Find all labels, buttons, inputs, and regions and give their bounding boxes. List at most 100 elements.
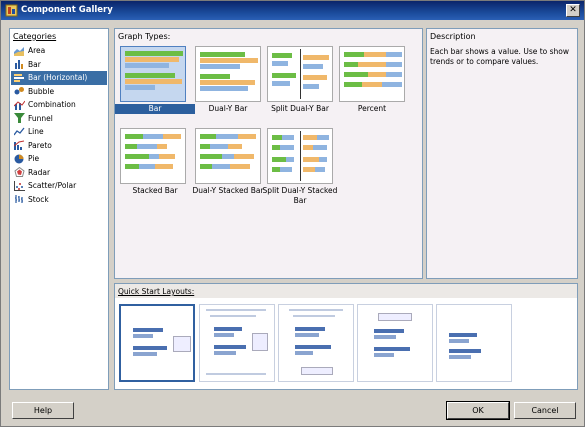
category-item-scatter-polar[interactable]: Scatter/Polar [11, 179, 107, 193]
description-text: Each bar shows a value. Use to show tren… [430, 47, 570, 66]
graph-type-label[interactable]: Percent [332, 104, 412, 114]
category-label: Bubble [28, 86, 55, 96]
thumb-bar [280, 145, 294, 150]
pie-chart-icon [14, 154, 24, 164]
layout-bar [133, 334, 153, 338]
quick-start-layout-3[interactable] [278, 304, 354, 382]
ok-button[interactable]: OK [446, 401, 510, 420]
graph-type-label[interactable]: Dual-Y Bar [188, 104, 268, 114]
app-icon [5, 4, 18, 17]
thumb-bar [157, 144, 167, 149]
layout-bar [295, 351, 313, 355]
graph-type-label[interactable]: Bar [115, 104, 195, 114]
category-item-bar[interactable]: Bar [11, 58, 107, 72]
quick-start-layout-2[interactable] [199, 304, 275, 382]
thumb-bar [272, 53, 292, 58]
thumb-bar [163, 134, 181, 139]
thumb-bar [159, 154, 175, 159]
thumb-bar [272, 61, 288, 66]
layout-title [206, 309, 266, 311]
quick-start-header: Quick Start Layouts: [115, 284, 577, 298]
bubble-chart-icon [14, 87, 24, 95]
thumb-bar [210, 144, 228, 149]
thumb-bar [280, 167, 292, 172]
radar-chart-icon [14, 167, 25, 178]
thumb-bar [125, 79, 182, 84]
description-header: Description [430, 32, 476, 41]
category-item-line[interactable]: Line [11, 125, 107, 139]
close-button[interactable]: ✕ [566, 4, 580, 17]
category-item-bubble[interactable]: Bubble [11, 85, 107, 99]
thumb-bar [303, 84, 319, 89]
layout-bar [214, 345, 246, 349]
category-label: Bar (Horizontal) [28, 73, 88, 83]
category-item-pie[interactable]: Pie [11, 152, 107, 166]
thumb-bar [303, 64, 323, 69]
layout-bar [449, 339, 469, 343]
category-item-funnel[interactable]: Funnel [11, 112, 107, 126]
graph-type-percent-thumbnail[interactable] [339, 46, 405, 102]
thumb-bar [272, 135, 282, 140]
quick-start-layout-4[interactable] [357, 304, 433, 382]
thumb-bar [125, 85, 155, 90]
graph-type-label[interactable]: Stacked Bar [115, 186, 195, 196]
category-item-combination[interactable]: Combination [11, 98, 107, 112]
help-button[interactable]: Help [12, 402, 74, 419]
thumb-split-line [300, 131, 301, 181]
scatter-chart-icon [14, 180, 25, 191]
thumb-bar [368, 72, 386, 77]
category-item-stock[interactable]: Stock [11, 193, 107, 207]
thumb-bar [139, 164, 155, 169]
graph-type-label[interactable]: Split Dual-Y Stacked Bar [260, 186, 340, 206]
graph-type-dual-y-stacked-bar-thumbnail[interactable] [195, 128, 261, 184]
layout-legend [173, 336, 191, 352]
thumb-bar [303, 145, 313, 150]
graph-type-split-dual-y-stacked-bar-thumbnail[interactable] [267, 128, 333, 184]
category-label: Area [28, 46, 46, 56]
thumb-bar [386, 62, 402, 67]
category-label: Line [28, 127, 44, 137]
quick-start-layout-5[interactable] [436, 304, 512, 382]
thumb-bar [319, 157, 327, 162]
thumb-bar [238, 134, 256, 139]
layout-bar [295, 327, 325, 331]
thumb-bar [344, 82, 362, 87]
category-item-pareto[interactable]: Pareto [11, 139, 107, 153]
layout-legend [252, 333, 268, 351]
thumb-bar [317, 135, 329, 140]
thumb-bar [200, 86, 248, 91]
quick-start-layout-1[interactable] [119, 304, 195, 382]
graph-type-bar-thumbnail[interactable] [120, 46, 186, 102]
graph-type-stacked-bar-thumbnail[interactable] [120, 128, 186, 184]
thumb-bar [200, 80, 255, 85]
layout-bar [133, 352, 157, 356]
thumb-bar [200, 154, 222, 159]
graph-type-label[interactable]: Dual-Y Stacked Bar [188, 186, 268, 196]
category-label: Funnel [28, 113, 53, 123]
thumb-bar [386, 72, 402, 77]
thumb-bar [313, 145, 327, 150]
graph-type-split-dual-y-bar-thumbnail[interactable] [267, 46, 333, 102]
categories-list: Area Bar Bar (Horizontal) Bubble Combina… [11, 44, 107, 206]
thumb-bar [386, 52, 402, 57]
thumb-bar [234, 154, 254, 159]
thumb-bar [344, 52, 364, 57]
quick-start-layouts-panel: Quick Start Layouts: [114, 283, 578, 390]
graph-type-label[interactable]: Split Dual-Y Bar [260, 104, 340, 114]
thumb-bar [200, 64, 240, 69]
thumb-bar [272, 73, 296, 78]
thumb-bar [125, 63, 169, 68]
thumb-bar [358, 62, 386, 67]
layout-bar [374, 335, 396, 339]
category-item-radar[interactable]: Radar [11, 166, 107, 180]
stock-chart-icon [15, 195, 23, 204]
cancel-button-label: Cancel [531, 406, 559, 415]
category-item-area[interactable]: Area [11, 44, 107, 58]
thumb-bar [125, 73, 175, 78]
category-item-bar-horizontal[interactable]: Bar (Horizontal) [11, 71, 107, 85]
thumb-bar [125, 144, 137, 149]
graph-type-dual-y-bar-thumbnail[interactable] [195, 46, 261, 102]
thumb-bar [200, 52, 245, 57]
cancel-button[interactable]: Cancel [514, 402, 576, 419]
layout-title [289, 309, 343, 311]
